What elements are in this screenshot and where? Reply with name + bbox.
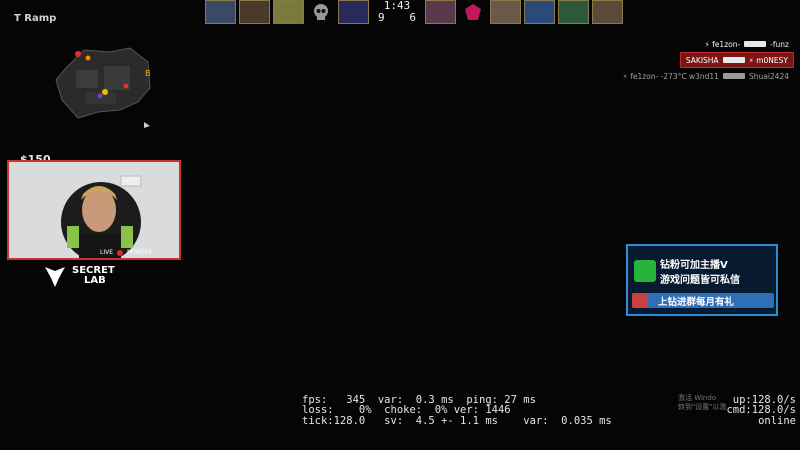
- sponsor-logo: SECRET LAB: [44, 264, 115, 288]
- streamer-figure: [9, 162, 179, 258]
- killfeed-entry: SAKISHA ⚡ m0NESY: [679, 52, 794, 68]
- promo-line3: 上钻进群每月有礼: [658, 297, 735, 308]
- weapon-icon: [722, 73, 745, 79]
- live-dot-icon: [117, 249, 124, 256]
- round-clock: 1:43 9 6: [372, 0, 422, 24]
- player-avatar: [592, 0, 623, 24]
- killfeed-victim: -funz: [770, 39, 789, 49]
- promo-box: 钻粉可加主播V 游戏问题皆可私信 上钻进群每月有礼: [626, 244, 778, 316]
- team-logo-icon: [459, 0, 487, 24]
- radar-minimap: B: [55, 47, 151, 128]
- streamer-name: M0NESY: [127, 249, 152, 256]
- player-avatar: [273, 0, 304, 24]
- player-avatar: [239, 0, 270, 24]
- player-avatar: [558, 0, 589, 24]
- webcam-overlay: [7, 160, 181, 260]
- killfeed-entry: ⚡ fe1zon- -273°C w3nd11 Shuai2424: [618, 69, 794, 83]
- windows-activation-watermark: 激活 Windo 转到"设置"以激: [678, 394, 726, 412]
- scoreboard: 1:43 9 6: [205, 0, 623, 26]
- score-left: 9: [378, 11, 385, 24]
- live-label: LIVE: [100, 249, 114, 256]
- gift-icon: [632, 293, 648, 308]
- player-avatar: [524, 0, 555, 24]
- site-b-marker: B: [145, 69, 151, 78]
- promo-banner: 上钻进群每月有礼: [632, 293, 774, 308]
- skull-icon: [307, 0, 335, 24]
- netgraph-status: online: [758, 415, 796, 427]
- promo-line1: 钻粉可加主播V: [660, 260, 728, 271]
- score-right: 6: [409, 11, 416, 24]
- watermark-line1: 激活 Windo: [678, 394, 717, 402]
- promo-line2: 游戏问题皆可私信: [660, 275, 740, 286]
- player-avatar: [338, 0, 369, 24]
- sponsor-line2: LAB: [84, 275, 106, 286]
- killfeed-victim: ⚡ m0NESY: [748, 55, 788, 65]
- killfeed-victim: Shuai2424: [748, 71, 789, 81]
- live-indicator: LIVE M0NESY: [100, 249, 152, 256]
- wechat-icon: [634, 260, 656, 282]
- secretlab-icon: [45, 267, 65, 287]
- watermark-line2: 转到"设置"以激: [678, 403, 727, 411]
- player-avatar: [490, 0, 521, 24]
- killfeed-attacker: ⚡ fe1zon- -273°C w3nd11: [622, 71, 719, 81]
- weapon-icon: [744, 41, 767, 47]
- player-avatar: [425, 0, 456, 24]
- player-avatar: [205, 0, 236, 24]
- killfeed-entry: ⚡ fe1zon- -funz: [700, 37, 794, 51]
- netgraph-row3: tick:128.0 sv: 4.5 +- 1.1 ms var: 0.035 …: [302, 415, 612, 427]
- killfeed-attacker: ⚡ fe1zon-: [704, 39, 741, 49]
- location-label: T Ramp: [14, 13, 57, 24]
- killfeed-attacker: SAKISHA: [685, 55, 719, 65]
- weapon-icon: [722, 57, 745, 63]
